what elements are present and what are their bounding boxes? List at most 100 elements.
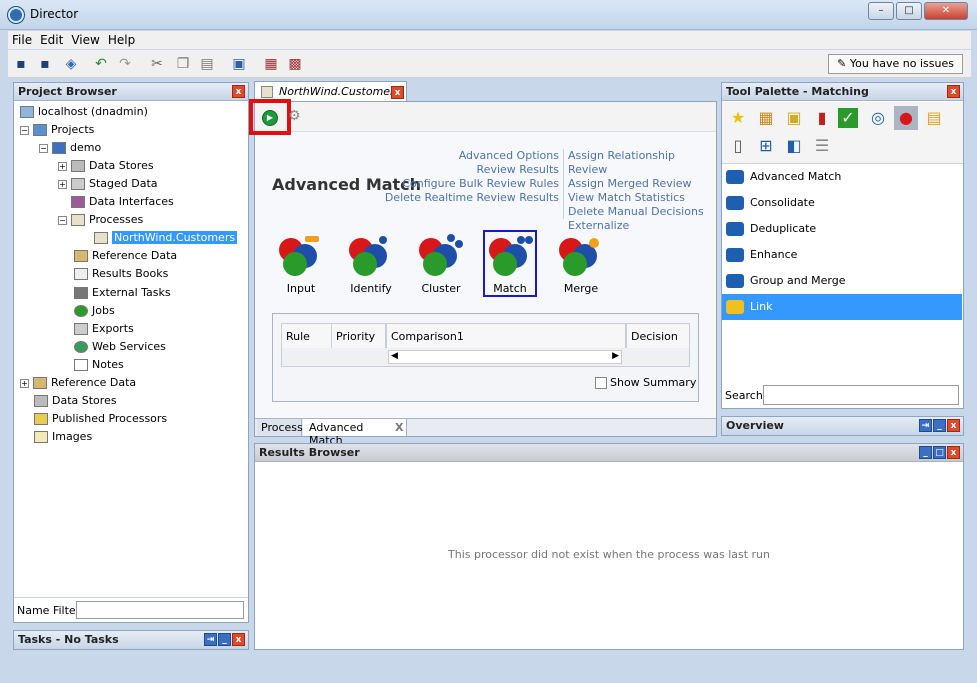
link-review-results[interactable]: Review Results <box>365 163 559 177</box>
link-externalize[interactable]: Externalize <box>568 219 714 233</box>
menu-help[interactable]: Help <box>104 31 139 49</box>
col-header-decision[interactable]: Decision <box>626 324 689 348</box>
expand-icon[interactable]: + <box>58 179 67 189</box>
close-button[interactable]: ✕ <box>924 2 968 20</box>
minimize-button[interactable]: – <box>868 2 894 20</box>
processor-merge[interactable]: Merge <box>551 232 611 298</box>
scroll-left-icon[interactable]: ◀ <box>391 351 398 361</box>
issues-status[interactable]: ✎ You have no issues <box>828 54 963 74</box>
tab-process[interactable]: Process <box>257 419 303 436</box>
palette-item-advanced-match[interactable]: Advanced Match <box>722 164 962 190</box>
tree-node-notes[interactable]: Notes <box>74 356 124 374</box>
scroll-right-icon[interactable]: ▶ <box>612 351 619 361</box>
tree-node-data-stores[interactable]: + Data Stores <box>58 157 154 175</box>
link-delete-realtime-review-results[interactable]: Delete Realtime Review Results <box>365 191 559 205</box>
tree-node-reference-data[interactable]: Reference Data <box>74 247 177 265</box>
database-icon[interactable]: ☰ <box>810 134 834 158</box>
close-icon[interactable]: x <box>947 419 960 432</box>
maximize-icon[interactable]: □ <box>933 446 946 459</box>
minimize-icon[interactable]: _ <box>933 419 946 432</box>
link-advanced-options[interactable]: Advanced Options <box>365 149 559 163</box>
tree-node-staged-data[interactable]: + Staged Data <box>58 175 158 193</box>
tree-node-exports[interactable]: Exports <box>74 320 134 338</box>
transform-icon[interactable]: ◎ <box>866 106 890 130</box>
tree-node-jobs[interactable]: Jobs <box>74 302 115 320</box>
hierarchy-icon[interactable]: ⊞ <box>754 134 778 158</box>
close-icon[interactable]: x <box>947 446 960 459</box>
check-icon[interactable]: ✓ <box>838 108 858 128</box>
close-icon[interactable]: x <box>232 85 245 98</box>
schedule-icon[interactable]: ▩ <box>286 55 304 73</box>
collapse-icon[interactable]: − <box>39 143 48 153</box>
match-icon[interactable]: ● <box>894 106 918 130</box>
close-tab-icon[interactable]: x <box>391 86 404 99</box>
palette-item-deduplicate[interactable]: Deduplicate <box>722 216 962 242</box>
palette-item-consolidate[interactable]: Consolidate <box>722 190 962 216</box>
close-icon[interactable]: x <box>232 633 245 646</box>
menu-edit[interactable]: Edit <box>36 31 67 49</box>
processor-identify[interactable]: Identify <box>341 232 401 298</box>
col-header-comparison1[interactable]: Comparison1 <box>386 324 626 348</box>
paste-icon[interactable]: ▤ <box>198 55 216 73</box>
pin-icon[interactable]: ⇥ <box>919 419 932 432</box>
minimize-icon[interactable]: _ <box>919 446 932 459</box>
palette-item-enhance[interactable]: Enhance <box>722 242 962 268</box>
link-delete-manual-decisions[interactable]: Delete Manual Decisions <box>568 205 714 219</box>
processor-input[interactable]: Input <box>271 232 331 298</box>
palette-search-input[interactable] <box>763 385 959 405</box>
minimize-icon[interactable]: _ <box>218 633 231 646</box>
link-assign-relationship-review[interactable]: Assign Relationship Review <box>568 149 714 177</box>
window-icon[interactable]: ▣ <box>230 55 248 73</box>
tree-node-data-interfaces[interactable]: Data Interfaces <box>71 193 174 211</box>
tree-node-projects[interactable]: − Projects <box>20 121 94 139</box>
menu-view[interactable]: View <box>67 31 103 49</box>
tree-node-processes[interactable]: − Processes <box>58 211 143 229</box>
print-icon[interactable]: ◈ <box>62 55 80 73</box>
star-icon[interactable]: ★ <box>726 106 750 130</box>
close-icon[interactable]: x <box>947 85 960 98</box>
name-filter-input[interactable] <box>76 601 244 619</box>
pin-icon[interactable]: ⇥ <box>204 633 217 646</box>
copy-icon[interactable]: ❐ <box>174 55 192 73</box>
palette-item-link[interactable]: Link <box>722 294 962 320</box>
link-assign-merged-review[interactable]: Assign Merged Review <box>568 177 714 191</box>
close-tab-icon[interactable]: X <box>395 421 403 434</box>
expand-icon[interactable]: + <box>58 161 67 171</box>
save-all-icon[interactable]: ▪ <box>36 55 54 73</box>
audit-icon[interactable]: ▣ <box>782 106 806 130</box>
run-icon[interactable]: ▶ <box>262 110 278 126</box>
tree-node-web-services[interactable]: Web Services <box>74 338 166 356</box>
undo-icon[interactable]: ↶ <box>92 55 110 73</box>
bar-chart-icon[interactable]: ▮ <box>810 106 834 130</box>
tree-node-global-data-stores[interactable]: Data Stores <box>34 392 117 410</box>
cut-icon[interactable]: ✂ <box>148 55 166 73</box>
expand-icon[interactable]: + <box>20 378 29 388</box>
show-summary-checkbox[interactable] <box>595 377 607 389</box>
tree-node-global-reference-data[interactable]: + Reference Data <box>20 374 136 392</box>
processor-match[interactable]: Match <box>483 230 537 297</box>
profile-icon[interactable]: ▦ <box>754 106 778 130</box>
tab-advanced-match[interactable]: Advanced Match X <box>303 419 407 447</box>
palette-item-group-and-merge[interactable]: Group and Merge <box>722 268 962 294</box>
horizontal-scrollbar[interactable]: ◀ ▶ <box>388 350 622 364</box>
writer-icon[interactable]: ◧ <box>782 134 806 158</box>
tree-node-published-processors[interactable]: Published Processors <box>34 410 167 428</box>
maximize-button[interactable]: □ <box>896 2 922 20</box>
tree-node-server[interactable]: localhost (dnadmin) <box>20 103 148 121</box>
tree-node-demo[interactable]: − demo <box>39 139 101 157</box>
col-header-priority[interactable]: Priority <box>332 324 386 348</box>
tree-node-results-books[interactable]: Results Books <box>74 265 168 283</box>
menu-file[interactable]: File <box>8 31 36 49</box>
redo-icon[interactable]: ↷ <box>116 55 134 73</box>
calendar-icon[interactable]: ▦ <box>262 55 280 73</box>
gear-icon[interactable]: ⚙ <box>288 108 301 124</box>
processor-cluster[interactable]: Cluster <box>411 232 471 298</box>
book-icon[interactable]: ▯ <box>726 134 750 158</box>
collapse-icon[interactable]: − <box>20 125 29 135</box>
show-summary-row[interactable]: Show Summary <box>595 376 696 389</box>
link-view-match-statistics[interactable]: View Match Statistics <box>568 191 714 205</box>
tree-node-images[interactable]: Images <box>34 428 92 446</box>
link-configure-bulk-review-rules[interactable]: Configure Bulk Review Rules <box>365 177 559 191</box>
tree-node-external-tasks[interactable]: External Tasks <box>74 284 171 302</box>
tree-node-northwind-customers[interactable]: NorthWind.Customers <box>94 229 238 247</box>
